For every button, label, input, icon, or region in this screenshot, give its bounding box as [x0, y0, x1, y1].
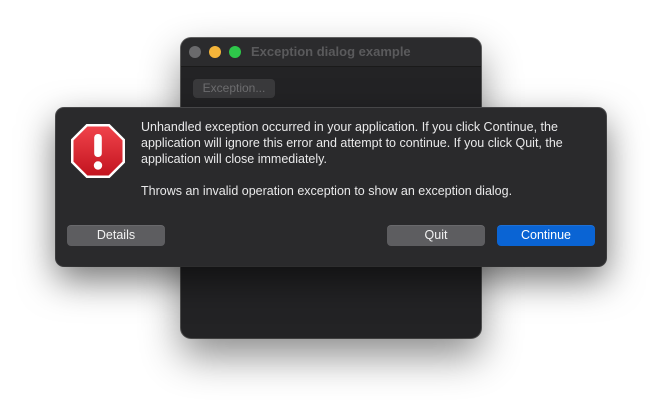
alert-message-text: Unhandled exception occurred in your app… [141, 120, 563, 166]
stop-exclamation-icon [71, 124, 125, 178]
title-bar[interactable]: Exception dialog example [181, 38, 481, 67]
exception-button[interactable]: Exception... [193, 79, 275, 98]
continue-button[interactable]: Continue [497, 225, 595, 246]
zoom-window-button[interactable] [229, 46, 241, 58]
desktop: Exception dialog example Exception... Un… [0, 0, 662, 412]
close-window-button[interactable] [189, 46, 201, 58]
exception-alert-dialog: Unhandled exception occurred in your app… [56, 108, 606, 266]
details-button[interactable]: Details [67, 225, 165, 246]
alert-detail-text: Throws an invalid operation exception to… [141, 184, 513, 198]
minimize-window-button[interactable] [209, 46, 221, 58]
alert-message: Unhandled exception occurred in your app… [141, 119, 591, 199]
quit-button[interactable]: Quit [387, 225, 485, 246]
window-title: Exception dialog example [251, 44, 411, 59]
